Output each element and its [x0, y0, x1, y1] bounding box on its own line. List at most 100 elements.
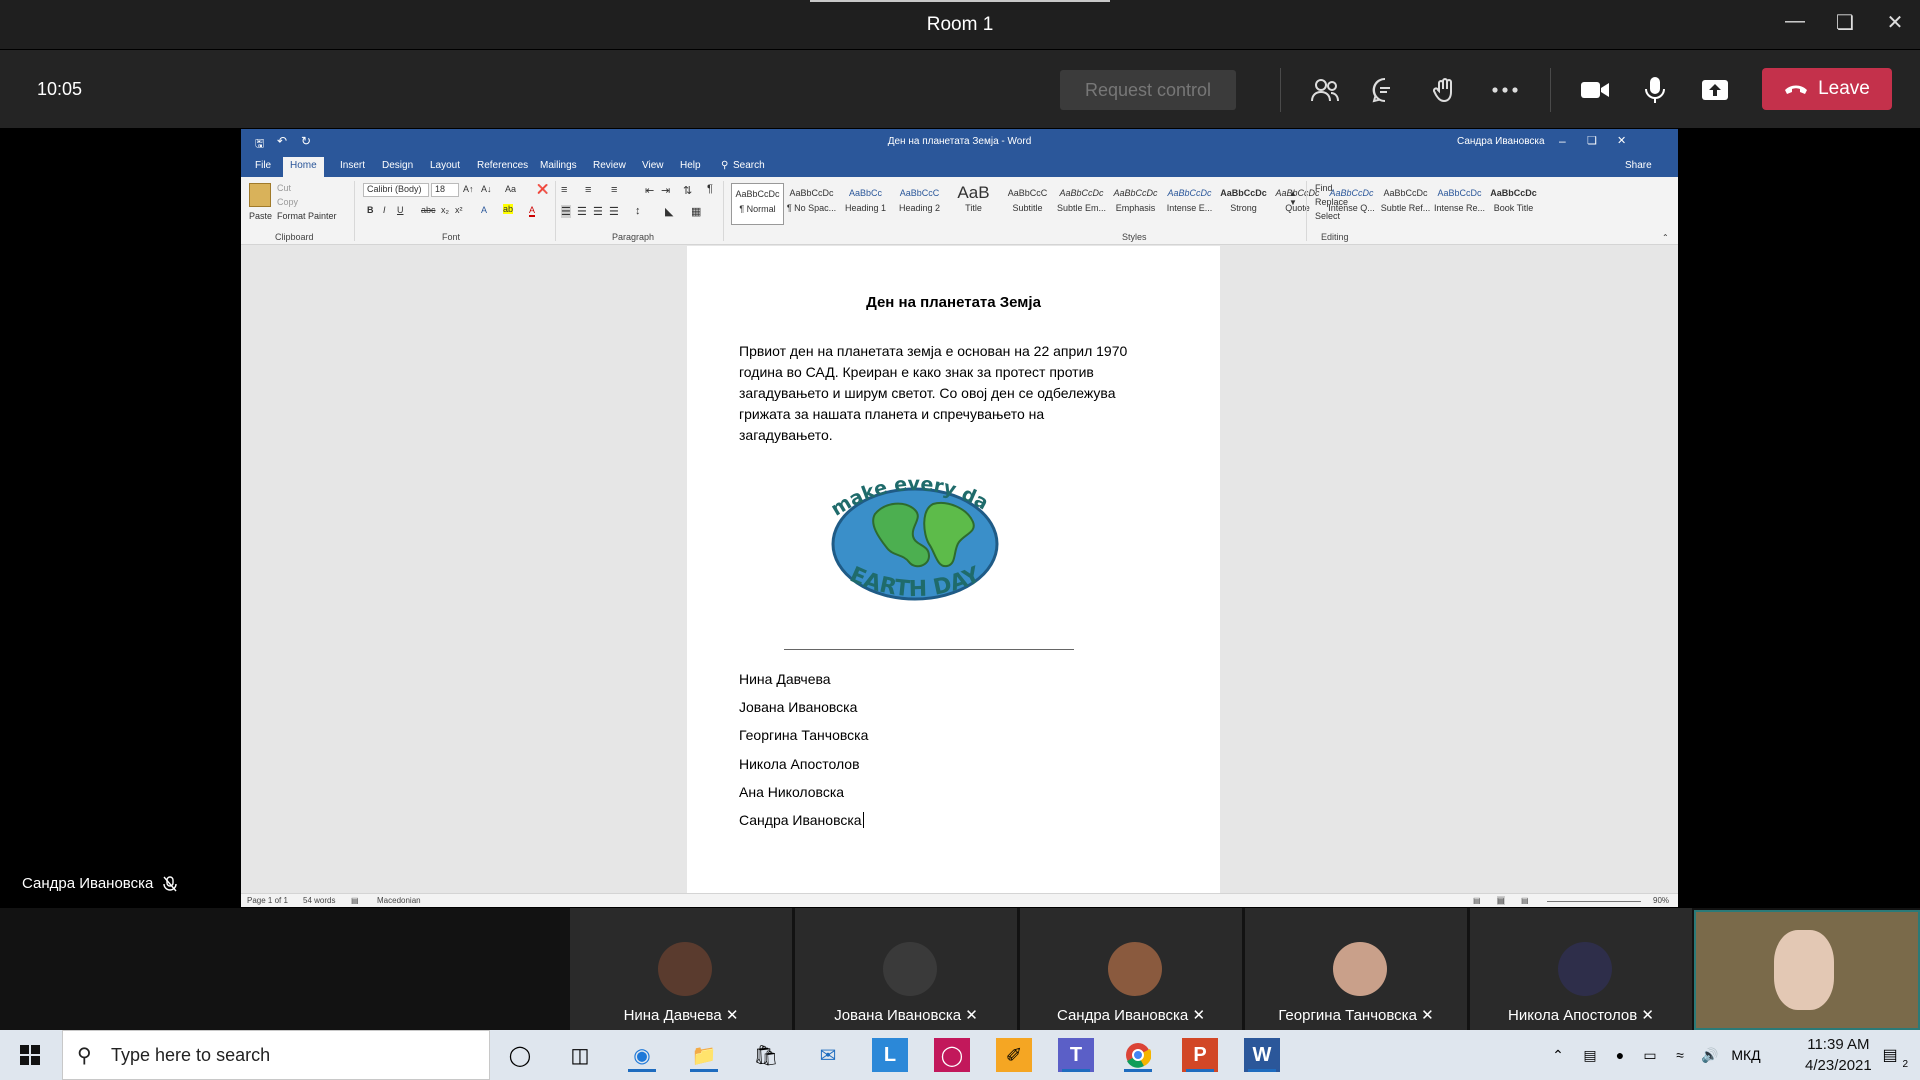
- file-explorer-icon[interactable]: 📁: [686, 1038, 722, 1072]
- text-effects-icon[interactable]: A: [481, 205, 487, 215]
- web-layout-icon[interactable]: ▤: [1521, 896, 1529, 905]
- copy-button[interactable]: Copy: [277, 197, 298, 207]
- font-color-icon[interactable]: A: [529, 205, 536, 217]
- tab-mailings[interactable]: Mailings: [540, 160, 577, 171]
- chat-icon[interactable]: [1365, 70, 1405, 110]
- format-painter-button[interactable]: Format Painter: [277, 211, 337, 221]
- raise-hand-icon[interactable]: [1425, 70, 1465, 110]
- align-center-icon[interactable]: ☰: [577, 205, 587, 218]
- request-control-button[interactable]: Request control: [1060, 70, 1236, 110]
- style-option[interactable]: AaBbCcDc Strong: [1217, 183, 1270, 225]
- tab-design[interactable]: Design: [382, 160, 413, 171]
- notifications-icon[interactable]: ▤ 2: [1872, 1038, 1908, 1072]
- participant-tile[interactable]: Никола Апостолов ✕: [1470, 908, 1692, 1030]
- borders-icon[interactable]: ▦: [691, 205, 701, 218]
- numbering-icon[interactable]: ≡: [585, 184, 591, 196]
- participant-tile[interactable]: Нина Давчева ✕: [570, 908, 792, 1030]
- share-button[interactable]: Share: [1625, 160, 1652, 171]
- decrease-indent-icon[interactable]: ⇤: [645, 184, 654, 197]
- shrink-font-icon[interactable]: A↓: [481, 184, 492, 194]
- taskbar-clock[interactable]: 11:39 AM 4/23/2021: [1805, 1034, 1872, 1076]
- find-button[interactable]: Find: [1315, 183, 1333, 193]
- teams-icon[interactable]: T: [1058, 1038, 1094, 1072]
- tab-file[interactable]: File: [255, 160, 271, 171]
- document-page[interactable]: Ден на планетата Земја Првиот ден на пла…: [687, 246, 1220, 896]
- mail-icon[interactable]: ✉: [810, 1038, 846, 1072]
- tab-insert[interactable]: Insert: [340, 160, 365, 171]
- print-layout-icon[interactable]: ▤: [1497, 896, 1505, 905]
- taskbar-search-box[interactable]: ⚲ Type here to search: [62, 1030, 490, 1080]
- style-option[interactable]: AaBbCcDc Subtle Em...: [1055, 183, 1108, 225]
- camera-icon[interactable]: [1575, 70, 1615, 110]
- close-icon[interactable]: ✕: [1880, 10, 1910, 35]
- style-option[interactable]: AaBbCcDc Book Title: [1487, 183, 1540, 225]
- grow-font-icon[interactable]: A↑: [463, 184, 474, 194]
- subscript-icon[interactable]: x₂: [441, 205, 449, 215]
- font-size-dropdown[interactable]: 18: [431, 183, 459, 197]
- store-icon[interactable]: 🛍: [748, 1038, 784, 1072]
- style-option[interactable]: AaBbCcDc Intense Re...: [1433, 183, 1486, 225]
- style-option[interactable]: AaB Title: [947, 183, 1000, 225]
- participant-tile[interactable]: Сандра Ивановска ✕: [1020, 908, 1242, 1030]
- change-case-icon[interactable]: Aa: [505, 184, 516, 194]
- language-status[interactable]: Macedonian: [377, 896, 421, 905]
- style-option[interactable]: AaBbCcDc ¶ No Spac...: [785, 183, 838, 225]
- tab-home[interactable]: Home: [283, 157, 324, 177]
- zoom-slider[interactable]: [1547, 901, 1641, 902]
- input-language[interactable]: МКД: [1724, 1038, 1768, 1072]
- tab-help[interactable]: Help: [680, 160, 701, 171]
- zoom-level[interactable]: 90%: [1653, 896, 1669, 905]
- paste-icon[interactable]: [249, 183, 271, 207]
- powerpoint-icon[interactable]: P: [1182, 1038, 1218, 1072]
- cortana-icon[interactable]: ◯: [502, 1038, 538, 1072]
- word-count[interactable]: 54 words: [303, 896, 335, 905]
- align-right-icon[interactable]: ☰: [593, 205, 603, 218]
- restore-icon[interactable]: ❏: [1830, 10, 1860, 35]
- style-option[interactable]: AaBbCcDc Subtle Ref...: [1379, 183, 1432, 225]
- volume-icon[interactable]: 🔊: [1692, 1038, 1728, 1072]
- superscript-icon[interactable]: x²: [455, 205, 463, 215]
- cut-button[interactable]: Cut: [277, 183, 291, 193]
- word-icon[interactable]: W: [1244, 1038, 1280, 1072]
- tab-view[interactable]: View: [642, 160, 664, 171]
- word-restore-icon[interactable]: ❏: [1587, 134, 1597, 147]
- participant-tile[interactable]: Георгина Танчовска ✕: [1245, 908, 1467, 1030]
- app-paint-icon[interactable]: ✐: [996, 1038, 1032, 1072]
- justify-icon[interactable]: ☰: [609, 205, 619, 218]
- shading-icon[interactable]: ◣: [665, 205, 673, 218]
- show-hidden-icons[interactable]: ⌃: [1540, 1038, 1576, 1072]
- bold-icon[interactable]: B: [367, 205, 374, 215]
- app-l-icon[interactable]: L: [872, 1038, 908, 1072]
- windows-start-icon[interactable]: [12, 1038, 48, 1072]
- tab-layout[interactable]: Layout: [430, 160, 460, 171]
- tab-review[interactable]: Review: [593, 160, 626, 171]
- styles-scroll-icon[interactable]: ▲ ▼: [1289, 189, 1297, 207]
- task-view-icon[interactable]: ◫: [562, 1038, 598, 1072]
- style-option[interactable]: AaBbCcDc Intense E...: [1163, 183, 1216, 225]
- select-button[interactable]: Select: [1315, 211, 1340, 221]
- minimize-icon[interactable]: —: [1780, 10, 1810, 33]
- clear-formatting-icon[interactable]: ❌: [537, 184, 548, 195]
- leave-button[interactable]: Leave: [1762, 68, 1892, 110]
- style-option[interactable]: AaBbCcC Heading 2: [893, 183, 946, 225]
- strikethrough-icon[interactable]: abc: [421, 205, 436, 215]
- share-screen-icon[interactable]: [1695, 70, 1735, 110]
- more-options-icon[interactable]: [1485, 70, 1525, 110]
- font-name-dropdown[interactable]: Calibri (Body): [363, 183, 429, 197]
- show-marks-icon[interactable]: ¶: [707, 183, 713, 195]
- underline-icon[interactable]: U: [397, 205, 404, 215]
- read-mode-icon[interactable]: ▤: [1473, 896, 1481, 905]
- page-count[interactable]: Page 1 of 1: [247, 896, 288, 905]
- word-close-icon[interactable]: ✕: [1617, 134, 1626, 147]
- line-spacing-icon[interactable]: ↕: [635, 205, 641, 217]
- multilevel-list-icon[interactable]: ≡: [611, 184, 617, 196]
- replace-button[interactable]: Replace: [1315, 197, 1348, 207]
- bullets-icon[interactable]: ≡: [561, 184, 567, 196]
- app-o-icon[interactable]: ◯: [934, 1038, 970, 1072]
- participant-tile[interactable]: Јована Ивановска ✕: [795, 908, 1017, 1030]
- participants-icon[interactable]: [1305, 70, 1345, 110]
- highlight-icon[interactable]: ab: [503, 204, 514, 214]
- word-minimize-icon[interactable]: –: [1559, 134, 1566, 148]
- proofing-icon[interactable]: ▤: [351, 896, 359, 905]
- self-video-preview[interactable]: [1694, 910, 1920, 1030]
